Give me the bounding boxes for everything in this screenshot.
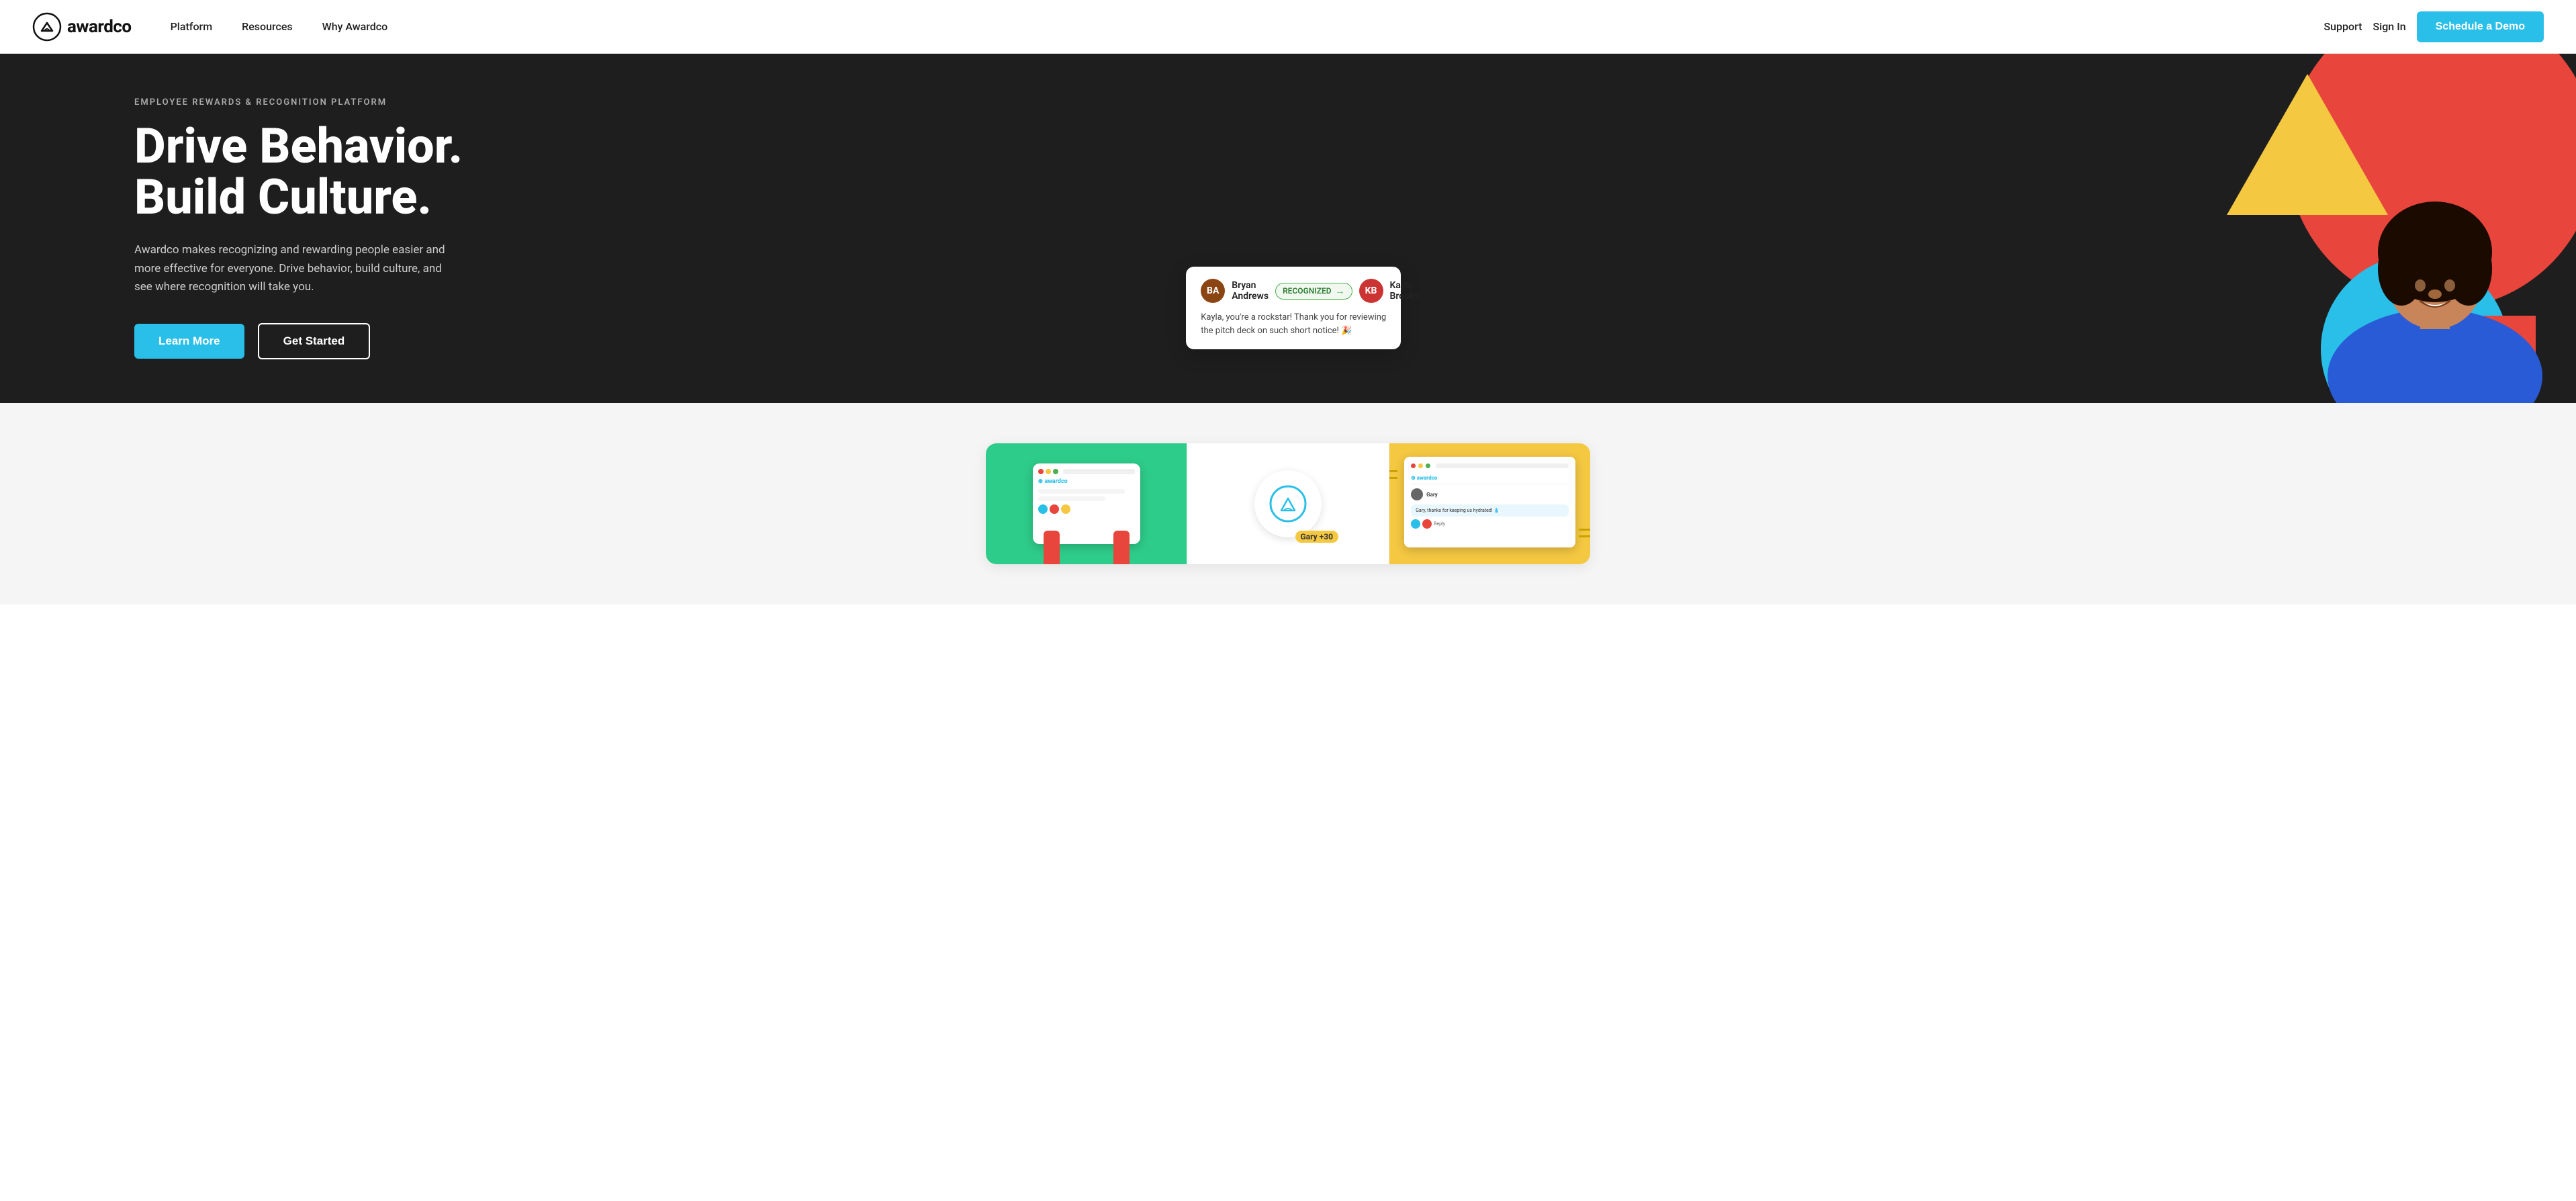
mini-avatar-row	[1038, 504, 1135, 514]
hero-buttons: Learn More Get Started	[134, 323, 463, 359]
schedule-demo-button[interactable]: Schedule a Demo	[2417, 11, 2544, 42]
user-name: Gary	[1426, 492, 1438, 498]
m-url-bar	[1436, 463, 1568, 468]
nav-link-why-awardco[interactable]: Why Awardco	[310, 15, 400, 38]
nav-left: awardco Platform Resources Why Awardco	[32, 12, 400, 42]
bottom-section: ⊛ awardco	[0, 403, 2576, 605]
user-avatar	[1411, 488, 1423, 500]
chat-bubble: Gary, thanks for keeping us hydrated! 💧	[1411, 504, 1568, 517]
receiver-avatar: KB	[1359, 279, 1383, 303]
nav-link-platform[interactable]: Platform	[158, 15, 225, 38]
content-line-1	[1038, 489, 1125, 494]
feature-cards-container: ⊛ awardco	[986, 443, 1590, 564]
deco-line-4	[1579, 529, 1590, 531]
sender-avatar: BA	[1201, 279, 1225, 303]
navigation: awardco Platform Resources Why Awardco S…	[0, 0, 2576, 54]
hands	[1044, 531, 1130, 564]
feature-card-2: Gary +30	[1187, 443, 1389, 564]
content-line-2	[1038, 496, 1106, 501]
nav-links-left: Platform Resources Why Awardco	[158, 15, 400, 38]
deco-line-1	[1389, 470, 1397, 472]
get-started-button[interactable]: Get Started	[258, 323, 371, 359]
awardco-interface-mockup: ⊛ awardco Gary Gary, thanks for keeping …	[1404, 457, 1575, 547]
card-3-content: ⊛ awardco Gary Gary, thanks for keeping …	[1404, 457, 1575, 551]
avatar-3	[1061, 504, 1070, 514]
gary-logo-svg	[1268, 484, 1308, 524]
deco-line-3	[1579, 535, 1590, 537]
logo-text: awardco	[67, 17, 132, 37]
avatar-2	[1050, 504, 1059, 514]
reply-text: Reply	[1434, 521, 1445, 527]
dot-green	[1053, 469, 1058, 474]
learn-more-button[interactable]: Learn More	[134, 324, 244, 359]
recognition-card-header: BA Bryan Andrews RECOGNIZED → KB Kayla B…	[1201, 279, 1386, 303]
recognized-badge: RECOGNIZED →	[1275, 283, 1352, 300]
m-dot-yellow	[1418, 463, 1423, 468]
react-row: Reply	[1411, 519, 1568, 529]
dot-red	[1038, 469, 1044, 474]
nav-right: Support Sign In Schedule a Demo	[2324, 11, 2544, 42]
card-placeholder-3: ⊛ awardco Gary Gary, thanks for keeping …	[1389, 443, 1590, 564]
arrow-icon: →	[1336, 285, 1345, 297]
hero-visual: BA Bryan Andrews RECOGNIZED → KB Kayla B…	[1159, 54, 2576, 403]
card-placeholder-2: Gary +30	[1187, 443, 1388, 564]
url-bar	[1063, 469, 1135, 474]
hero-title-line1: Drive Behavior.	[134, 118, 463, 175]
nav-support-link[interactable]: Support	[2324, 20, 2362, 33]
m-dot-green	[1426, 463, 1430, 468]
recognition-message: Kayla, you're a rockstar! Thank you for …	[1201, 311, 1386, 337]
card-1-content: ⊛ awardco	[1006, 457, 1166, 551]
r-avatar-2	[1422, 519, 1432, 529]
hand-left	[1044, 531, 1060, 564]
hero-person-illustration	[2294, 54, 2576, 403]
mini-logo-row: ⊛ awardco	[1038, 478, 1135, 485]
hero-description: Awardco makes recognizing and rewarding …	[134, 241, 457, 296]
nav-link-resources[interactable]: Resources	[230, 15, 305, 38]
mockup-header	[1411, 463, 1568, 468]
mockup-nav: ⊛ awardco	[1411, 472, 1568, 484]
receiver-name: Kayla Brooks	[1390, 280, 1420, 302]
hero-eyebrow: EMPLOYEE REWARDS & RECOGNITION PLATFORM	[134, 97, 463, 107]
recognized-label: RECOGNIZED	[1283, 286, 1331, 296]
hero-title-line2: Build Culture.	[134, 169, 432, 226]
mockup-logo: ⊛ awardco	[1411, 475, 1437, 481]
feature-card-3: ⊛ awardco Gary Gary, thanks for keeping …	[1389, 443, 1590, 564]
logo[interactable]: awardco	[32, 12, 132, 42]
sender-name: Bryan Andrews	[1232, 280, 1269, 302]
person-svg	[2307, 121, 2563, 403]
awardco-logo-icon	[32, 12, 62, 42]
gary-name-badge: Gary +30	[1295, 531, 1338, 543]
hero-section: EMPLOYEE REWARDS & RECOGNITION PLATFORM …	[0, 54, 2576, 403]
hero-title: Drive Behavior. Build Culture.	[134, 121, 463, 222]
feature-card-1: ⊛ awardco	[986, 443, 1187, 564]
card-2-content: Gary +30	[1254, 470, 1322, 537]
hero-content: EMPLOYEE REWARDS & RECOGNITION PLATFORM …	[134, 97, 463, 359]
gary-circle: Gary +30	[1254, 470, 1322, 537]
nav-signin-link[interactable]: Sign In	[2373, 20, 2405, 33]
mini-awardco-label: ⊛ awardco	[1038, 478, 1068, 485]
deco-line-2	[1389, 477, 1397, 479]
tablet-header	[1038, 469, 1135, 474]
recognition-card: BA Bryan Andrews RECOGNIZED → KB Kayla B…	[1186, 267, 1401, 349]
avatar-1	[1038, 504, 1048, 514]
r-avatar-1	[1411, 519, 1420, 529]
hand-right	[1113, 531, 1130, 564]
m-dot-red	[1411, 463, 1416, 468]
dot-yellow	[1046, 469, 1051, 474]
card-placeholder-1: ⊛ awardco	[986, 443, 1187, 564]
user-row: Gary	[1411, 488, 1568, 500]
